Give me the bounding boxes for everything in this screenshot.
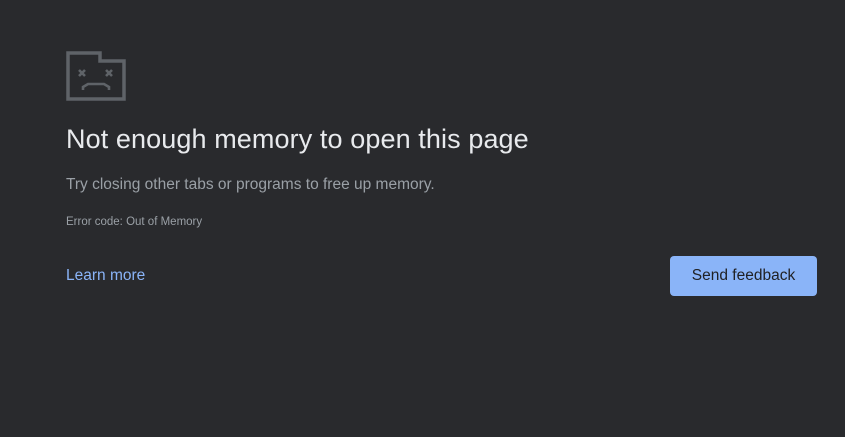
sad-tab-icon — [66, 51, 126, 101]
learn-more-link[interactable]: Learn more — [66, 267, 145, 285]
page-title: Not enough memory to open this page — [66, 124, 529, 154]
error-page: Not enough memory to open this page Try … — [0, 0, 845, 437]
send-feedback-button[interactable]: Send feedback — [670, 256, 817, 296]
error-message: Try closing other tabs or programs to fr… — [66, 176, 435, 193]
error-code: Error code: Out of Memory — [66, 216, 203, 228]
